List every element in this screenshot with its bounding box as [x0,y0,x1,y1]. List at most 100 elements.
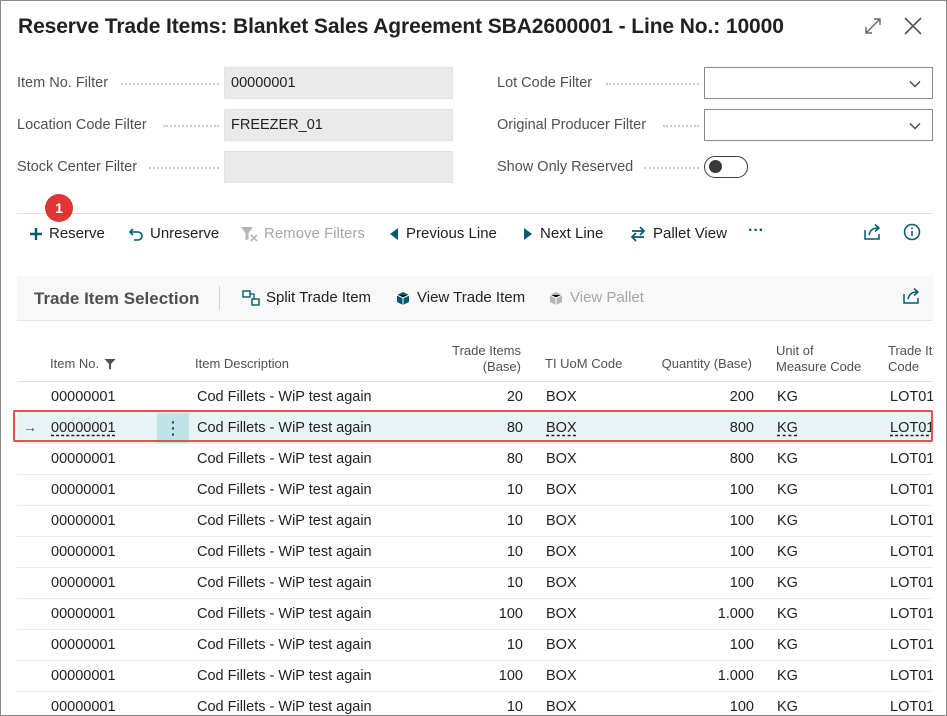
cell-item-description: Cod Fillets - WiP test again [197,482,372,498]
filter-remove-icon [241,226,258,242]
table-row[interactable]: 00000001 Cod Fillets - WiP test again 80 BO… [17,444,933,475]
stock-center-filter-label: Stock Center Filter [17,159,138,175]
original-producer-filter-label: Original Producer Filter [497,117,647,133]
item-no-filter-input[interactable]: 00000001 [224,67,453,99]
stock-center-filter-input[interactable] [224,151,453,183]
cell-quantity-base: 100 [729,544,754,560]
show-only-reserved-label: Show Only Reserved [497,159,634,175]
pallet-view-button[interactable]: Pallet View [629,225,727,242]
reserve-button[interactable]: Reserve [29,225,105,242]
plus-icon [30,227,42,240]
cell-trade-item-code: LOT01 [890,513,933,529]
cell-unit-of-measure-code[interactable]: KG [777,420,798,436]
cell-unit-of-measure-code: KG [777,606,798,622]
column-header-trade-item-code[interactable]: Trade Ite Code [888,343,933,375]
row-arrow-icon: → [23,419,37,435]
column-header-trade-items-line2: (Base) [482,359,521,374]
item-no-filter-row: Item No. Filter [17,66,108,100]
cell-item-no[interactable]: 00000001 [51,420,116,436]
column-header-unit-of-measure-code[interactable]: Unit of Measure Code [776,343,861,375]
view-trade-item-button[interactable]: View Trade Item [395,289,525,306]
table-row[interactable]: → ⋮ 00000001 Cod Fillets - WiP test again 80… [17,413,933,444]
reserve-label: Reserve [49,225,105,242]
cell-item-no: 00000001 [51,513,116,529]
cell-item-description: Cod Fillets - WiP test again [197,451,372,467]
previous-line-button[interactable]: Previous Line [388,225,497,242]
table-row[interactable]: 00000001 Cod Fillets - WiP test again 10 BO… [17,692,933,715]
lot-code-filter-label: Lot Code Filter [497,75,593,91]
original-producer-filter-select[interactable] [704,109,933,141]
cell-trade-items: 10 [506,482,523,498]
unreserve-button[interactable]: Unreserve [128,225,219,242]
table-row[interactable]: 00000001 Cod Fillets - WiP test again 10 BO… [17,475,933,506]
column-header-quantity-base[interactable]: Quantity (Base) [642,356,752,372]
chevron-down-icon [909,81,921,88]
cell-trade-item-code[interactable]: LOT01 [890,420,933,436]
cell-ti-uom-code: BOX [546,668,577,684]
previous-line-label: Previous Line [406,225,497,242]
cell-item-no: 00000001 [51,451,116,467]
cell-item-description: Cod Fillets - WiP test again [197,389,372,405]
part-share-button[interactable] [902,287,922,305]
remove-filters-button[interactable]: Remove Filters [240,225,365,242]
cell-trade-items: 10 [506,575,523,591]
more-options-button[interactable]: ··· [748,222,764,240]
table-row[interactable]: 00000001 Cod Fillets - WiP test again 10 BO… [17,568,933,599]
table-row[interactable]: 00000001 Cod Fillets - WiP test again 10 BO… [17,537,933,568]
share-button[interactable] [863,223,883,241]
cell-trade-item-code: LOT01 [890,668,933,684]
cell-item-description: Cod Fillets - WiP test again [197,575,372,591]
column-header-item-description[interactable]: Item Description [195,356,289,372]
view-pallet-button[interactable]: View Pallet [548,289,644,306]
undo-icon [128,227,143,241]
table-row[interactable]: 00000001 Cod Fillets - WiP test again 100 B… [17,661,933,692]
split-trade-item-label: Split Trade Item [266,289,372,306]
cell-item-no: 00000001 [51,544,116,560]
cell-unit-of-measure-code: KG [777,544,798,560]
cell-unit-of-measure-code: KG [777,668,798,684]
cell-quantity-base: 800 [729,451,754,467]
cell-quantity-base: 200 [729,389,754,405]
show-only-reserved-toggle[interactable] [704,156,748,178]
table-row[interactable]: 00000001 Cod Fillets - WiP test again 20 BO… [17,382,933,413]
cell-item-no: 00000001 [51,668,116,684]
cell-trade-items: 80 [506,451,523,467]
location-code-filter-input[interactable]: FREEZER_01 [224,109,453,141]
action-bar: Reserve Unreserve Remove Filters Previou… [17,213,933,257]
cell-quantity-base: 100 [729,482,754,498]
column-header-trade-items-line1: Trade Items [452,343,521,358]
cell-item-no: 00000001 [51,389,116,405]
cell-item-description: Cod Fillets - WiP test again [197,544,372,560]
next-line-button[interactable]: Next Line [522,225,603,242]
column-header-ti-uom-code[interactable]: TI UoM Code [545,356,622,372]
cell-trade-items: 100 [498,606,523,622]
table-row[interactable]: 00000001 Cod Fillets - WiP test again 10 BO… [17,630,933,661]
column-header-uom-line1: Unit of [776,343,814,358]
column-header-trade-items[interactable]: Trade Items (Base) [431,343,521,375]
cell-trade-item-code: LOT01 [890,637,933,653]
cell-trade-items: 10 [506,513,523,529]
lot-code-filter-select[interactable] [704,67,933,99]
close-button[interactable] [900,13,926,39]
info-button[interactable] [903,223,921,241]
cell-trade-item-code: LOT01 [890,482,933,498]
table-row[interactable]: 00000001 Cod Fillets - WiP test again 100 B… [17,599,933,630]
cell-item-no: 00000001 [51,575,116,591]
cell-ti-uom-code[interactable]: BOX [546,420,577,436]
filters-section: Item No. Filter 00000001 Location Code F… [1,61,946,191]
column-header-trade-item-code-line1: Trade Ite [888,343,933,358]
location-code-filter-label: Location Code Filter [17,117,147,133]
row-actions-button[interactable]: ⋮ [157,413,189,443]
cell-ti-uom-code: BOX [546,513,577,529]
column-header-item-no[interactable]: Item No. [50,356,116,372]
show-only-reserved-row: Show Only Reserved [497,150,633,184]
expand-button[interactable] [860,13,886,39]
cell-trade-items: 80 [506,420,523,436]
table-row[interactable]: 00000001 Cod Fillets - WiP test again 10 BO… [17,506,933,537]
cell-trade-item-code: LOT01 [890,544,933,560]
expand-icon [865,18,881,34]
trade-item-grid: Item No. Item Description Trade Items (B… [17,320,933,715]
cell-item-no: 00000001 [51,606,116,622]
split-trade-item-button[interactable]: Split Trade Item [242,289,371,306]
filter-icon [104,359,116,370]
